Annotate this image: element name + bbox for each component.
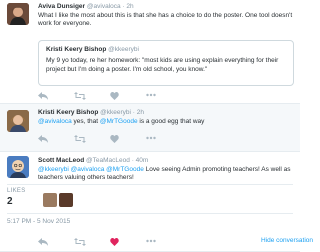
avatar[interactable] xyxy=(7,156,29,178)
retweet-icon[interactable] xyxy=(74,92,86,102)
reply-icon[interactable] xyxy=(38,135,50,145)
author-name[interactable]: Kristi Keery Bishop xyxy=(38,109,98,116)
quoted-header: Kristi Keery Bishop @kkeerybi xyxy=(46,46,286,54)
author-handle[interactable]: @TeaMacLeod xyxy=(86,157,130,164)
avatar[interactable] xyxy=(7,110,29,132)
mention-link[interactable]: @MrTGoode xyxy=(106,166,144,173)
mention-link[interactable]: @avivaloca xyxy=(71,166,105,173)
like-icon[interactable] xyxy=(110,238,122,248)
more-icon[interactable] xyxy=(146,238,158,248)
quoted-tweet[interactable]: Kristi Keery Bishop @kkeerybi My 9 yo to… xyxy=(38,40,294,86)
more-icon[interactable] xyxy=(146,135,158,145)
like-icon[interactable] xyxy=(110,135,122,145)
liker-avatar[interactable] xyxy=(59,193,73,207)
retweet-icon[interactable] xyxy=(74,238,86,248)
tweet-header: Scott MacLeod @TeaMacLeod · 40m xyxy=(38,157,148,165)
liker-avatar[interactable] xyxy=(43,193,57,207)
tweet-timestamp[interactable]: 5:17 PM - 5 Nov 2015 xyxy=(7,218,70,226)
mention-link[interactable]: @avivaloca xyxy=(38,118,72,125)
tweet-header: Aviva Dunsiger @avivaloca · 2h xyxy=(38,3,134,11)
author-handle[interactable]: @kkeerybi xyxy=(100,109,131,116)
tweet-time[interactable]: 2h xyxy=(126,3,133,10)
author-name[interactable]: Aviva Dunsiger xyxy=(38,3,85,10)
tweet-text: @kkeerybi @avivaloca @MrTGoode Love seei… xyxy=(38,166,293,183)
author-handle[interactable]: @avivaloca xyxy=(87,3,121,10)
mention-link[interactable]: @kkeerybi xyxy=(38,166,69,173)
like-icon[interactable] xyxy=(110,92,122,102)
retweet-icon[interactable] xyxy=(74,135,86,145)
separator-dot: · xyxy=(131,157,134,164)
tweet-header: Kristi Keery Bishop @kkeerybi · 2h xyxy=(38,109,144,117)
avatar[interactable] xyxy=(7,3,29,25)
separator-dot: · xyxy=(132,109,135,116)
more-icon[interactable] xyxy=(146,92,158,102)
author-name[interactable]: Scott MacLeod xyxy=(38,157,84,164)
hide-conversation-link[interactable]: Hide conversation xyxy=(261,237,313,245)
quoted-author-handle: @kkeerybi xyxy=(108,46,139,53)
reply-icon[interactable] xyxy=(38,238,50,248)
tweet-stats: LIKES 2 xyxy=(7,184,293,214)
separator-dot: · xyxy=(122,3,125,10)
quoted-author-name: Kristi Keery Bishop xyxy=(46,46,107,53)
tweet-kristi[interactable]: Kristi Keery Bishop @kkeerybi · 2h @aviv… xyxy=(0,104,300,152)
tweet-text-part: yes, that xyxy=(71,118,100,125)
tweet-time[interactable]: 40m xyxy=(136,157,149,164)
tweet-text: @avivaloca yes, that @MrTGoode is a good… xyxy=(38,118,293,126)
tweet-aviva[interactable]: Aviva Dunsiger @avivaloca · 2h What I li… xyxy=(0,0,300,104)
reply-icon[interactable] xyxy=(38,92,50,102)
tweet-time[interactable]: 2h xyxy=(137,109,144,116)
tweet-text: What I like the most about this is that … xyxy=(38,12,293,28)
likes-count[interactable]: 2 xyxy=(7,195,13,208)
quoted-text: My 9 yo today, re her homework: "most ki… xyxy=(46,57,279,73)
tweet-text-part: is a good egg that way xyxy=(137,118,205,125)
mention-link[interactable]: @MrTGoode xyxy=(100,118,138,125)
